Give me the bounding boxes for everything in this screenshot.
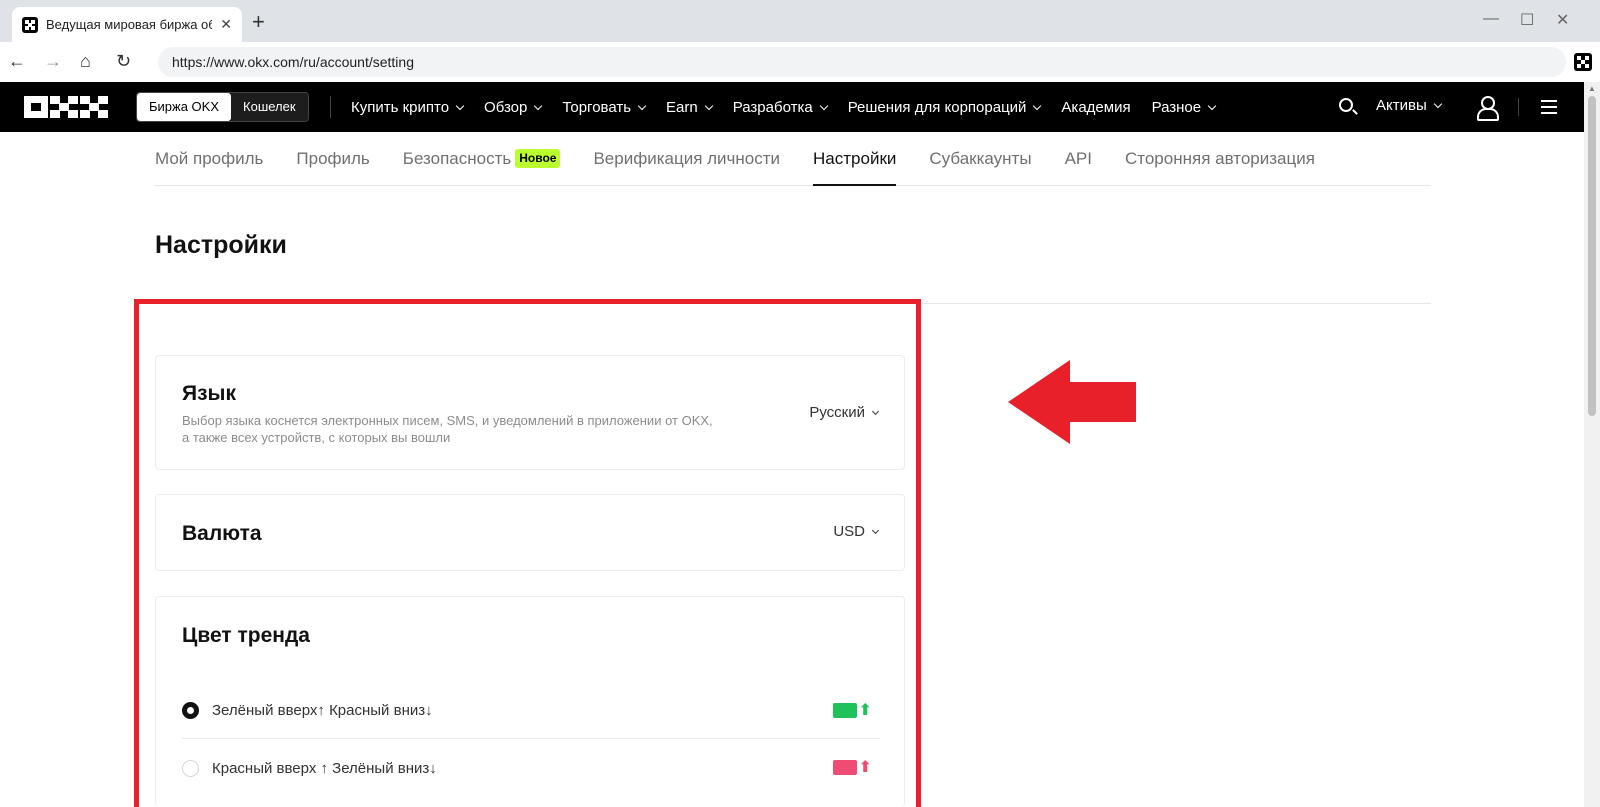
tab-my-profile[interactable]: Мой профиль bbox=[155, 132, 263, 185]
nav-academy[interactable]: Академия bbox=[1061, 99, 1130, 116]
tab-security[interactable]: Безопасность Новое bbox=[403, 132, 561, 185]
new-badge: Новое bbox=[515, 149, 561, 168]
okx-favicon-icon bbox=[22, 16, 38, 33]
tab-profile[interactable]: Профиль bbox=[296, 132, 369, 185]
chevron-down-icon bbox=[534, 101, 543, 110]
tab-title: Ведущая мировая биржа обм... bbox=[46, 17, 213, 32]
chevron-down-icon bbox=[455, 101, 465, 110]
nav-trade[interactable]: Торговать bbox=[562, 99, 647, 116]
nav-buy-crypto[interactable]: Купить крипто bbox=[351, 99, 465, 116]
exchange-wallet-switch: Биржа OKX Кошелек bbox=[136, 92, 309, 122]
chevron-down-icon bbox=[819, 101, 828, 110]
nav-more[interactable]: Разное bbox=[1152, 99, 1217, 116]
exchange-tab[interactable]: Биржа OKX bbox=[137, 93, 232, 121]
forward-icon[interactable]: → bbox=[44, 51, 62, 72]
page-scrollbar[interactable]: ▲ bbox=[1584, 82, 1600, 807]
okx-logo[interactable] bbox=[24, 96, 108, 118]
url-input[interactable]: https://www.okx.com/ru/account/setting bbox=[158, 47, 1566, 77]
chevron-down-icon bbox=[637, 101, 647, 110]
address-bar-row: ← → ⌂ ↻ https://www.okx.com/ru/account/s… bbox=[0, 42, 1600, 82]
assets-menu[interactable]: Активы bbox=[1376, 97, 1442, 114]
chevron-down-icon bbox=[704, 101, 713, 110]
scroll-up-icon[interactable]: ▲ bbox=[1588, 84, 1596, 93]
okx-header: Биржа OKX Кошелек Купить крипто Обзор То… bbox=[0, 82, 1584, 132]
new-tab-icon[interactable]: + bbox=[252, 11, 265, 33]
home-icon[interactable]: ⌂ bbox=[80, 51, 91, 72]
close-icon[interactable]: ✕ bbox=[220, 16, 232, 33]
red-arrow-icon bbox=[1008, 360, 1136, 444]
scroll-thumb[interactable] bbox=[1588, 96, 1596, 416]
window-close-icon[interactable]: ✕ bbox=[1556, 10, 1569, 30]
logo-k-icon bbox=[50, 96, 78, 118]
search-icon[interactable] bbox=[1339, 98, 1353, 112]
wallet-tab[interactable]: Кошелек bbox=[231, 93, 308, 121]
main-nav: Купить крипто Обзор Торговать Earn Разра… bbox=[351, 82, 1217, 132]
highlight-box bbox=[134, 299, 921, 807]
tab-subaccounts[interactable]: Субаккаунты bbox=[929, 132, 1031, 185]
maximize-icon[interactable]: ☐ bbox=[1520, 10, 1534, 30]
tab-third-party-auth[interactable]: Сторонняя авторизация bbox=[1125, 132, 1315, 185]
chevron-down-icon bbox=[1033, 101, 1042, 110]
chevron-down-icon bbox=[1433, 99, 1442, 109]
logo-o-icon bbox=[24, 96, 48, 118]
okx-extension-icon[interactable] bbox=[1574, 53, 1592, 71]
minimize-icon[interactable]: — bbox=[1483, 10, 1499, 28]
divider bbox=[1518, 98, 1519, 116]
tab-api[interactable]: API bbox=[1065, 132, 1092, 185]
nav-overview[interactable]: Обзор bbox=[484, 99, 543, 116]
chevron-down-icon bbox=[1207, 101, 1217, 110]
page-title: Настройки bbox=[155, 231, 287, 259]
nav-earn[interactable]: Earn bbox=[666, 99, 713, 116]
browser-tab[interactable]: Ведущая мировая биржа обм... ✕ bbox=[12, 7, 242, 42]
nav-build[interactable]: Разработка bbox=[733, 99, 828, 116]
account-subnav: Мой профиль Профиль Безопасность Новое Ве… bbox=[155, 132, 1431, 186]
tab-verification[interactable]: Верификация личности bbox=[593, 132, 780, 185]
divider bbox=[330, 96, 331, 118]
menu-icon[interactable] bbox=[1541, 100, 1557, 114]
logo-x-icon bbox=[80, 96, 108, 118]
user-icon[interactable] bbox=[1477, 96, 1499, 121]
reload-icon[interactable]: ↻ bbox=[116, 51, 131, 72]
back-icon[interactable]: ← bbox=[8, 51, 26, 72]
nav-institutional[interactable]: Решения для корпораций bbox=[848, 99, 1042, 116]
browser-tab-strip: Ведущая мировая биржа обм... ✕ + — ☐ ✕ bbox=[0, 0, 1600, 42]
tab-settings[interactable]: Настройки bbox=[813, 132, 897, 186]
